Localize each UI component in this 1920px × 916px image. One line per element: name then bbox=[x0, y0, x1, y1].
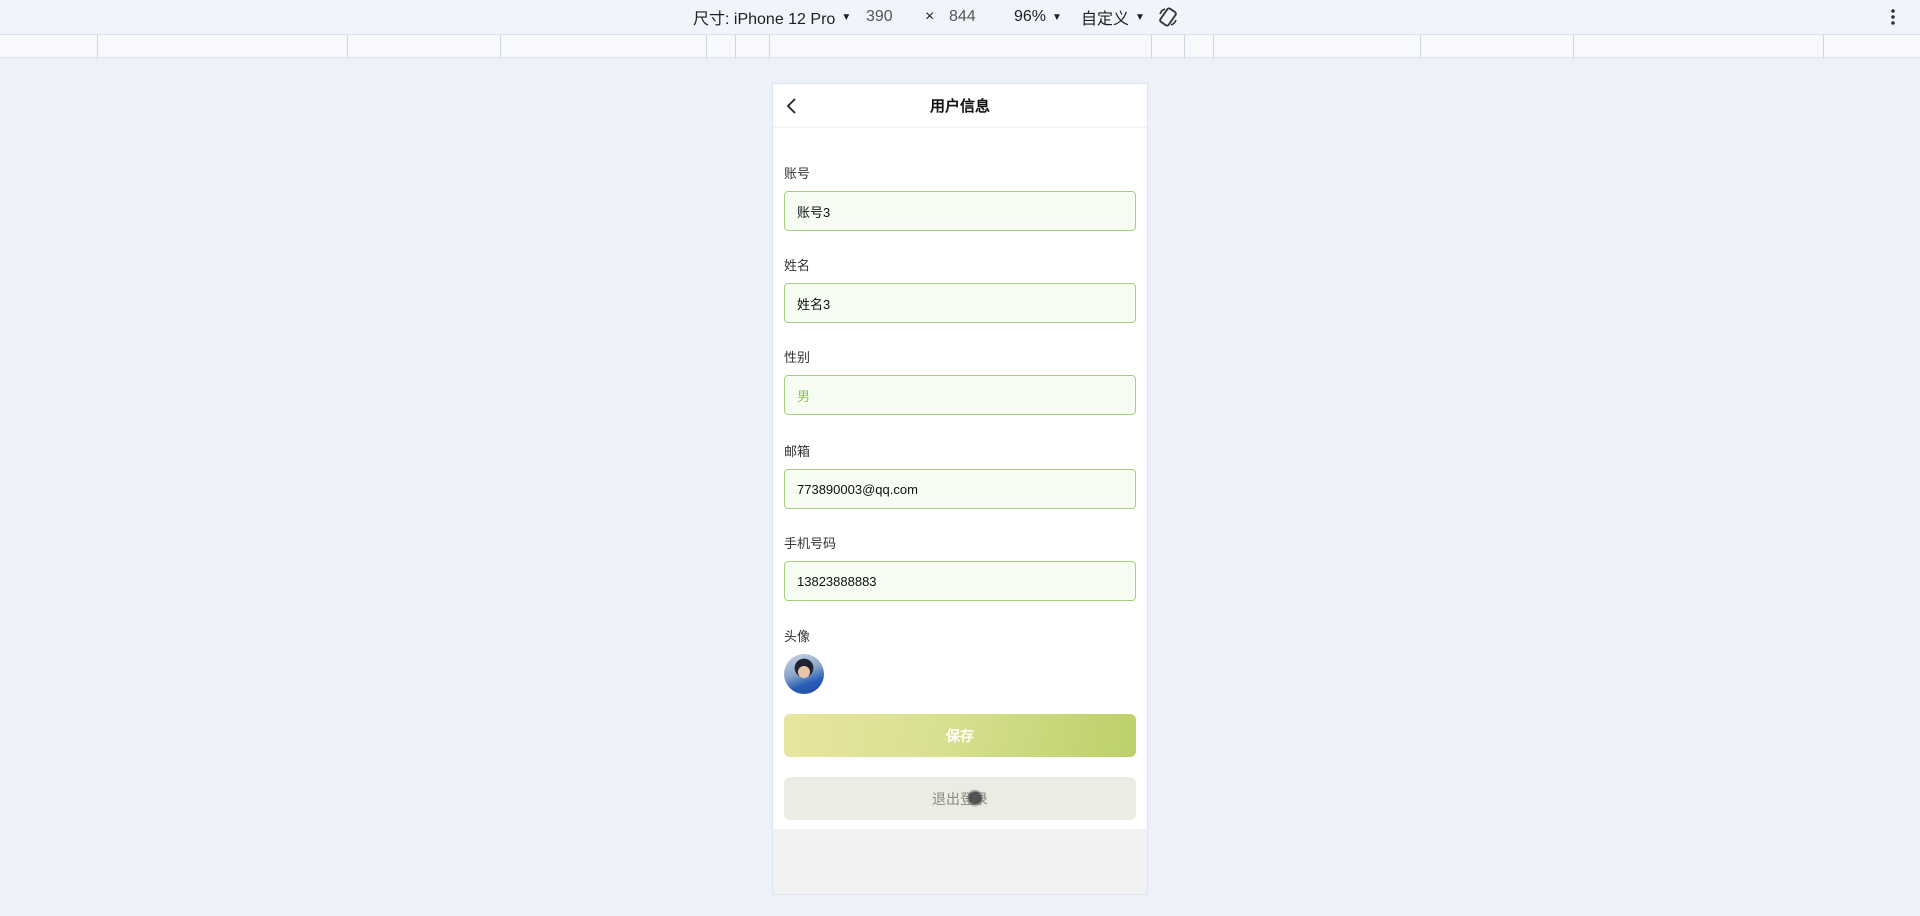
ruler-tick bbox=[1151, 35, 1152, 59]
touch-cursor bbox=[966, 789, 984, 807]
throttle-caret-icon: ▼ bbox=[1135, 11, 1145, 23]
avatar-label: 头像 bbox=[784, 629, 811, 644]
device-caret-icon: ▼ bbox=[841, 11, 852, 23]
name-value: 姓名3 bbox=[797, 296, 831, 312]
height-value: 844 bbox=[949, 8, 976, 25]
width-input[interactable]: 390 bbox=[866, 0, 893, 34]
throttle-value: 自定义 bbox=[1081, 11, 1130, 28]
ruler-tick bbox=[1420, 35, 1421, 59]
email-label: 邮箱 bbox=[784, 444, 811, 459]
rotate-button[interactable] bbox=[1156, 0, 1180, 34]
ruler-tick bbox=[97, 35, 98, 59]
name-input[interactable]: 姓名3 bbox=[784, 283, 1136, 323]
ruler-tick bbox=[1184, 35, 1185, 59]
page-container: 用户信息 账号 账号3 姓名 姓名3 性别 男 邮箱 773890003@qq.… bbox=[773, 84, 1147, 829]
device-viewport: 用户信息 账号 账号3 姓名 姓名3 性别 男 邮箱 773890003@qq.… bbox=[773, 84, 1147, 894]
email-value: 773890003@qq.com bbox=[797, 481, 918, 497]
account-input[interactable]: 账号3 bbox=[784, 191, 1136, 231]
nav-bar: 用户信息 bbox=[773, 84, 1147, 128]
devtools-toolbar: 尺寸: iPhone 12 Pro ▼ 390 × 844 96% ▼ 自定义 … bbox=[0, 0, 1920, 34]
height-input[interactable]: 844 bbox=[949, 0, 976, 34]
email-input[interactable]: 773890003@qq.com bbox=[784, 469, 1136, 509]
more-vertical-icon[interactable] bbox=[1890, 0, 1896, 34]
ruler-tick bbox=[1573, 35, 1574, 59]
ruler-tick bbox=[1213, 35, 1214, 59]
rotate-icon bbox=[1156, 5, 1180, 29]
gender-label: 性别 bbox=[784, 350, 811, 365]
times-sign: × bbox=[925, 8, 935, 25]
logout-button[interactable]: 退出登录 bbox=[784, 777, 1136, 820]
page-title: 用户信息 bbox=[929, 98, 990, 115]
gender-value: 男 bbox=[797, 388, 811, 404]
avatar[interactable] bbox=[784, 654, 824, 694]
zoom-selector[interactable]: 96% ▼ bbox=[1014, 0, 1062, 34]
chevron-left-icon[interactable] bbox=[783, 96, 803, 116]
avatar-face bbox=[798, 666, 810, 678]
gender-select[interactable]: 男 bbox=[784, 375, 1136, 415]
throttle-selector[interactable]: 自定义 ▼ bbox=[1081, 0, 1145, 34]
ruler-tick bbox=[500, 35, 501, 59]
ruler-tick bbox=[347, 35, 348, 59]
account-label: 账号 bbox=[784, 166, 811, 181]
account-value: 账号3 bbox=[797, 204, 831, 220]
device-label: 尺寸: iPhone 12 Pro bbox=[693, 11, 836, 28]
ruler-tick bbox=[706, 35, 707, 59]
device-selector[interactable]: 尺寸: iPhone 12 Pro ▼ bbox=[693, 0, 851, 34]
media-query-ruler[interactable] bbox=[0, 34, 1920, 59]
phone-input[interactable]: 13823888883 bbox=[784, 561, 1136, 601]
width-value: 390 bbox=[866, 8, 893, 25]
name-label: 姓名 bbox=[784, 258, 811, 273]
save-button[interactable]: 保存 bbox=[784, 714, 1136, 757]
zoom-value: 96% bbox=[1014, 8, 1047, 25]
times-icon: × bbox=[925, 0, 934, 34]
phone-label: 手机号码 bbox=[784, 536, 837, 551]
zoom-caret-icon: ▼ bbox=[1052, 11, 1062, 23]
ruler-tick bbox=[769, 35, 770, 59]
phone-value: 13823888883 bbox=[797, 573, 877, 589]
ruler-tick bbox=[1823, 35, 1824, 59]
ruler-tick bbox=[735, 35, 736, 59]
